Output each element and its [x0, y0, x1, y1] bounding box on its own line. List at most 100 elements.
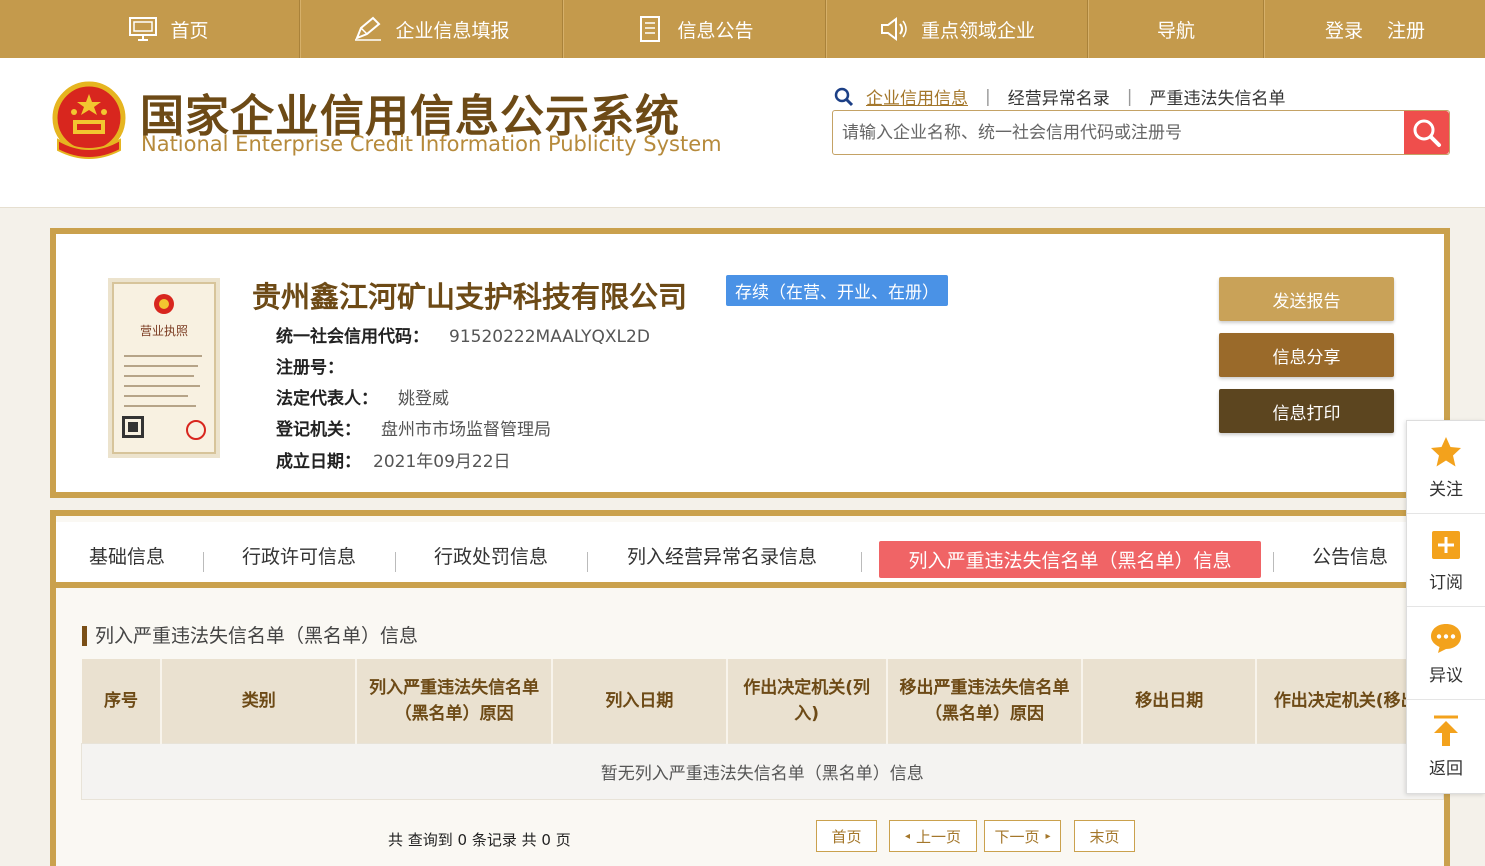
chat-bubble-icon	[1431, 623, 1461, 653]
site-subtitle: National Enterprise Credit Information P…	[141, 132, 722, 156]
search-tab-credit[interactable]: 企业信用信息	[866, 84, 968, 109]
search-box	[832, 110, 1450, 155]
tab-divider	[203, 552, 204, 572]
blacklist-table: 序号 类别 列入严重违法失信名单（黑名单）原因 列入日期 作出决定机关(列入) …	[81, 659, 1444, 800]
add-square-icon	[1432, 530, 1460, 559]
col-category: 类别	[161, 659, 358, 743]
first-page-button[interactable]: 首页	[816, 820, 877, 852]
nav-guide[interactable]: 导航	[1088, 0, 1264, 58]
section-title: 列入严重违法失信名单（黑名单）信息	[82, 626, 418, 646]
nav-guide-label: 导航	[1156, 19, 1195, 42]
credit-code-row: 统一社会信用代码： 91520222MAALYQXL2D	[276, 322, 650, 347]
founded-row: 成立日期： 2021年09月22日	[276, 447, 511, 472]
col-removed-date: 移出日期	[1082, 659, 1258, 743]
floating-sidebar: 关注 订阅 异议 返回	[1406, 420, 1485, 794]
info-tab-panel: 基础信息 行政许可信息 行政处罚信息 列入经营异常名录信息 列入严重违法失信名单…	[50, 510, 1450, 866]
nav-notice[interactable]: 信息公告	[563, 0, 826, 58]
register-link[interactable]: 注册	[1387, 16, 1425, 43]
dispute-label: 异议	[1429, 665, 1463, 686]
divider: |	[1126, 86, 1133, 107]
search-tab-blacklist[interactable]: 严重违法失信名单	[1149, 84, 1285, 109]
follow-label: 关注	[1429, 479, 1463, 500]
table-header-row: 序号 类别 列入严重违法失信名单（黑名单）原因 列入日期 作出决定机关(列入) …	[81, 659, 1444, 743]
nav-auth: 登录 注册	[1264, 0, 1485, 58]
prev-page-button[interactable]: ◂ 上一页	[889, 820, 977, 852]
last-page-button[interactable]: 末页	[1074, 820, 1135, 852]
company-name: 贵州鑫江河矿山支护科技有限公司	[252, 280, 688, 314]
chevron-right-icon: ▸	[1045, 830, 1051, 842]
monitor-icon	[129, 17, 158, 41]
tab-divider	[587, 552, 588, 572]
legal-rep-label: 法定代表人：	[276, 389, 378, 409]
nav-key-field[interactable]: 重点领域企业	[826, 0, 1088, 58]
site-header: 国家企业信用信息公示系统 National Enterprise Credit …	[0, 58, 1485, 208]
star-icon	[1431, 436, 1461, 466]
business-license-image[interactable]: 营业执照	[108, 278, 220, 458]
nav-fill-report[interactable]: 企业信息填报	[300, 0, 563, 58]
nav-notice-label: 信息公告	[677, 19, 754, 42]
subscribe-button[interactable]: 订阅	[1407, 514, 1485, 607]
divider: |	[985, 86, 991, 107]
share-info-button[interactable]: 信息分享	[1219, 333, 1394, 377]
tab-divider	[1273, 552, 1274, 572]
pager-info: 共 查询到 0 条记录 共 0 页	[388, 831, 571, 849]
speaker-icon	[880, 17, 907, 41]
tab-basic-info[interactable]: 基础信息	[89, 542, 165, 569]
document-icon	[640, 16, 661, 42]
authority-label: 登记机关：	[276, 420, 361, 440]
next-page-label: 下一页	[994, 827, 1040, 846]
status-badge: 存续（在营、开业、在册）	[726, 275, 948, 306]
tab-blacklist[interactable]: 列入严重违法失信名单（黑名单）信息	[879, 541, 1261, 578]
login-link[interactable]: 登录	[1325, 16, 1363, 43]
send-report-button[interactable]: 发送报告	[1219, 277, 1394, 321]
col-listed-date: 列入日期	[551, 659, 728, 743]
credit-code-label: 统一社会信用代码：	[276, 327, 429, 347]
arrow-up-icon	[1434, 715, 1458, 746]
print-info-button[interactable]: 信息打印	[1219, 389, 1394, 433]
empty-message: 暂无列入严重违法失信名单（黑名单）信息	[81, 742, 1444, 800]
tab-bar: 基础信息 行政许可信息 行政处罚信息 列入经营异常名录信息 列入严重违法失信名单…	[56, 522, 1444, 588]
nav-home[interactable]: 首页	[38, 0, 300, 58]
svg-text:营业执照: 营业执照	[140, 324, 188, 338]
col-index: 序号	[81, 659, 163, 743]
search-icon	[1413, 119, 1441, 147]
reg-no-row: 注册号：	[276, 353, 364, 378]
nav-key-label: 重点领域企业	[920, 19, 1035, 42]
prev-page-label: 上一页	[916, 827, 962, 846]
top-nav: 首页 企业信息填报 信息公告 重点领域企业 导航 登录 注册	[0, 0, 1485, 58]
legal-rep-row: 法定代表人： 姚登威	[276, 384, 449, 409]
search-type-tabs: 企业信用信息 | 经营异常名录 | 严重违法失信名单	[834, 84, 1285, 109]
tab-abnormal-list[interactable]: 列入经营异常名录信息	[627, 542, 817, 569]
legal-rep-value: 姚登威	[398, 389, 449, 409]
pen-icon	[355, 16, 382, 41]
founded-value: 2021年09月22日	[373, 452, 511, 472]
dispute-button[interactable]: 异议	[1407, 607, 1485, 700]
chevron-left-icon: ◂	[904, 830, 910, 842]
subscribe-label: 订阅	[1429, 572, 1463, 593]
tab-divider	[395, 552, 396, 572]
tab-admin-license[interactable]: 行政许可信息	[242, 542, 356, 569]
follow-button[interactable]: 关注	[1407, 421, 1485, 514]
next-page-button[interactable]: 下一页 ▸	[984, 820, 1061, 852]
nav-fill-label: 企业信息填报	[395, 19, 510, 42]
tab-divider	[861, 552, 862, 572]
search-button[interactable]	[1404, 111, 1449, 154]
tab-announcement[interactable]: 公告信息	[1312, 542, 1388, 569]
founded-label: 成立日期：	[276, 452, 361, 472]
col-listed-authority: 作出决定机关(列入)	[726, 659, 888, 743]
back-to-top-button[interactable]: 返回	[1407, 700, 1485, 793]
search-tab-abnormal[interactable]: 经营异常名录	[1008, 84, 1110, 109]
company-card: 营业执照 贵州鑫江河矿山支护科技有限公司 存续（在营、开业、在册） 统一社会信用…	[50, 228, 1450, 498]
reg-no-label: 注册号：	[276, 358, 344, 378]
col-listed-reason: 列入严重违法失信名单（黑名单）原因	[356, 659, 553, 743]
col-removed-reason: 移出严重违法失信名单（黑名单）原因	[886, 659, 1084, 743]
search-icon	[834, 87, 854, 106]
table-row: 暂无列入严重违法失信名单（黑名单）信息	[81, 742, 1444, 800]
back-label: 返回	[1429, 759, 1463, 779]
search-input[interactable]	[833, 111, 1404, 154]
tab-admin-penalty[interactable]: 行政处罚信息	[434, 542, 548, 569]
nav-home-label: 首页	[170, 19, 209, 42]
authority-value: 盘州市市场监督管理局	[381, 420, 551, 440]
credit-code-value: 91520222MAALYQXL2D	[449, 327, 650, 347]
authority-row: 登记机关： 盘州市市场监督管理局	[276, 415, 551, 440]
